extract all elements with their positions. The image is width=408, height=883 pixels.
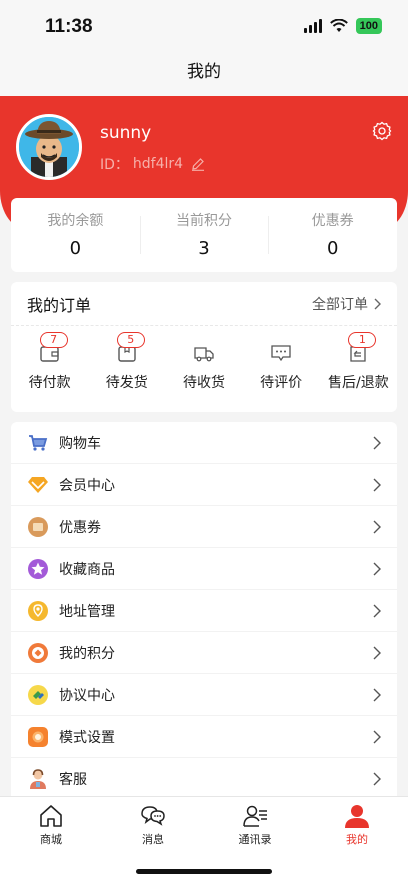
menu-item-mode-settings[interactable]: 模式设置 xyxy=(11,716,397,758)
profile-icon xyxy=(345,805,369,828)
chevron-right-icon xyxy=(373,772,381,785)
stats-card: 我的余额 0 当前积分 3 优惠券 0 xyxy=(11,198,397,272)
user-id-value: hdf4lr4 xyxy=(132,156,184,172)
menu-item-favorites[interactable]: 收藏商品 xyxy=(11,548,397,590)
contacts-icon xyxy=(243,805,267,827)
star-icon xyxy=(27,558,49,580)
stat-value: 0 xyxy=(326,238,339,259)
status-indicators: 100 xyxy=(303,18,382,34)
user-id-label: ID： xyxy=(100,157,129,173)
comment-icon xyxy=(271,345,291,362)
order-pending-review[interactable]: 待评价 xyxy=(244,342,318,392)
order-pending-shipment[interactable]: 5 待发货 xyxy=(90,332,164,392)
cart-icon xyxy=(27,432,49,454)
message-icon xyxy=(141,806,165,826)
order-label: 售后/退款 xyxy=(327,375,389,391)
stat-label: 我的余额 xyxy=(47,213,104,229)
mode-icon xyxy=(27,726,49,748)
status-bar: 11:38 100 xyxy=(0,0,408,52)
customer-service-icon xyxy=(27,768,49,790)
menu-item-cart[interactable]: 购物车 xyxy=(11,422,397,464)
tab-label: 通讯录 xyxy=(238,833,272,846)
stat-value: 0 xyxy=(69,238,82,259)
all-orders-label: 全部订单 xyxy=(312,296,368,313)
order-badge: 5 xyxy=(116,332,145,348)
stat-points[interactable]: 当前积分 3 xyxy=(139,198,269,272)
stat-label: 优惠券 xyxy=(311,213,354,229)
signal-icon xyxy=(303,19,322,33)
username: sunny xyxy=(100,123,152,143)
chevron-right-icon xyxy=(373,436,381,449)
menu-label: 会员中心 xyxy=(59,477,115,494)
diamond-icon xyxy=(27,474,49,496)
home-icon xyxy=(40,805,62,827)
order-label: 待付款 xyxy=(28,375,71,391)
all-orders-link[interactable]: 全部订单 xyxy=(312,294,381,314)
home-indicator xyxy=(136,869,272,874)
truck-icon xyxy=(194,347,214,362)
menu-label: 我的积分 xyxy=(59,645,115,662)
menu-label: 地址管理 xyxy=(59,603,115,620)
menu-label: 优惠券 xyxy=(59,519,101,536)
chevron-right-icon xyxy=(373,688,381,701)
order-pending-payment[interactable]: 7 待付款 xyxy=(13,332,87,392)
menu-list: 购物车 会员中心 优惠券 收藏商品 地址管理 我的积分 协议中心 模式设置 客服 xyxy=(11,422,397,802)
menu-label: 客服 xyxy=(59,771,87,788)
order-badge: 7 xyxy=(39,332,68,348)
stat-value: 3 xyxy=(198,238,210,259)
avatar[interactable] xyxy=(16,114,82,180)
orders-header: 我的订单 全部订单 xyxy=(11,282,397,326)
menu-label: 收藏商品 xyxy=(59,561,115,578)
order-label: 待发货 xyxy=(105,375,148,391)
order-refund[interactable]: 1 售后/退款 xyxy=(321,332,395,392)
tab-label: 商城 xyxy=(40,833,62,846)
tab-profile[interactable]: 我的 xyxy=(306,797,408,883)
settings-gear-icon[interactable] xyxy=(372,121,392,141)
order-status-row: 7 待付款 5 待发货 待收货 待评价 1 售后/退款 xyxy=(11,326,397,392)
location-icon xyxy=(27,600,49,622)
wifi-icon xyxy=(329,19,348,32)
page-title: 我的 xyxy=(187,62,221,82)
chevron-right-icon xyxy=(374,298,381,309)
menu-item-agreements[interactable]: 协议中心 xyxy=(11,674,397,716)
user-id-row: ID： hdf4lr4 xyxy=(100,154,205,174)
agreement-icon xyxy=(27,684,49,706)
chevron-right-icon xyxy=(373,646,381,659)
stat-coupons[interactable]: 优惠券 0 xyxy=(268,198,397,272)
order-badge: 1 xyxy=(348,332,377,348)
nav-bar: 我的 xyxy=(0,52,408,96)
menu-item-address[interactable]: 地址管理 xyxy=(11,590,397,632)
status-time: 11:38 xyxy=(45,16,93,37)
order-label: 待评价 xyxy=(260,375,303,391)
stat-balance[interactable]: 我的余额 0 xyxy=(11,198,140,272)
tab-label: 消息 xyxy=(142,833,164,846)
avatar-cowboy-icon xyxy=(19,117,79,177)
tab-label: 我的 xyxy=(346,833,368,846)
orders-title: 我的订单 xyxy=(27,295,92,315)
menu-item-points[interactable]: 我的积分 xyxy=(11,632,397,674)
menu-item-customer-service[interactable]: 客服 xyxy=(11,758,397,800)
chevron-right-icon xyxy=(373,604,381,617)
battery-icon: 100 xyxy=(355,18,382,34)
chevron-right-icon xyxy=(373,478,381,491)
order-label: 待收货 xyxy=(182,375,225,391)
tab-mall[interactable]: 商城 xyxy=(0,797,102,883)
menu-label: 模式设置 xyxy=(59,729,115,746)
chevron-right-icon xyxy=(373,730,381,743)
chevron-right-icon xyxy=(373,520,381,533)
stat-label: 当前积分 xyxy=(176,213,232,229)
chevron-right-icon xyxy=(373,562,381,575)
order-pending-receipt[interactable]: 待收货 xyxy=(167,342,241,392)
menu-item-membership[interactable]: 会员中心 xyxy=(11,464,397,506)
menu-label: 购物车 xyxy=(59,435,101,452)
points-icon xyxy=(27,642,49,664)
orders-card: 我的订单 全部订单 7 待付款 5 待发货 待收货 待评价 1 售后/退款 xyxy=(11,282,397,412)
menu-label: 协议中心 xyxy=(59,687,115,704)
coupon-icon xyxy=(27,516,49,538)
edit-icon[interactable] xyxy=(191,157,205,171)
menu-item-coupons[interactable]: 优惠券 xyxy=(11,506,397,548)
